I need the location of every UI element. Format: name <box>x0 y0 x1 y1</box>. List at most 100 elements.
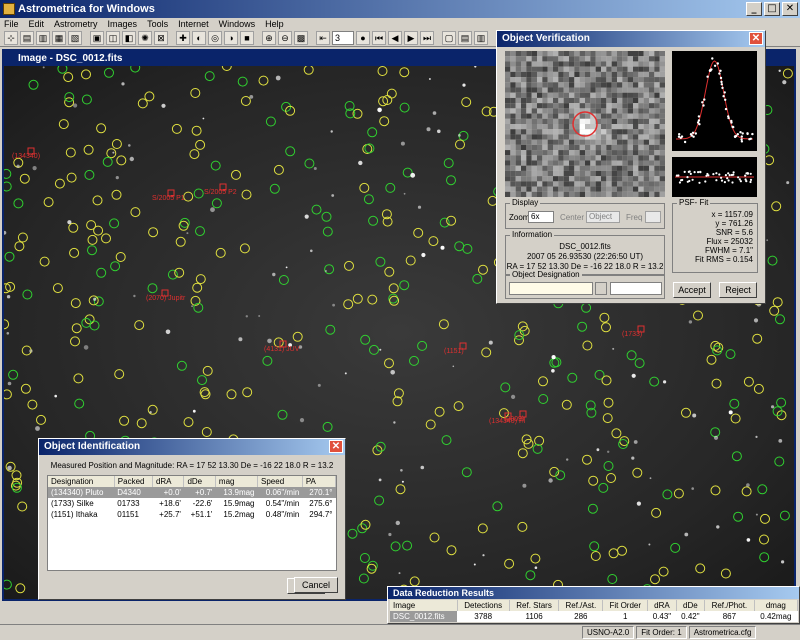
play-icon[interactable]: ▶ <box>404 30 418 45</box>
circle-icon[interactable]: ◎ <box>208 30 222 45</box>
zoom-pixel <box>537 82 543 88</box>
reduction-column-header[interactable]: dDe <box>676 600 706 611</box>
minimize-button[interactable]: _ <box>746 2 762 16</box>
import-icon[interactable]: ▧ <box>68 30 82 45</box>
reduction-column-header[interactable]: Detections <box>457 600 510 611</box>
zoom-pixel <box>510 77 516 83</box>
menu-edit[interactable]: Edit <box>29 19 45 29</box>
identification-column-header[interactable]: Designation <box>48 476 115 487</box>
star-marker <box>8 369 19 380</box>
freq-field[interactable] <box>645 211 661 223</box>
settings-icon[interactable]: ◫ <box>106 30 120 45</box>
first-frame-icon[interactable]: ⏮ <box>372 30 386 45</box>
reduction-column-header[interactable]: dRA <box>647 600 677 611</box>
track-icon[interactable]: ⊠ <box>154 30 168 45</box>
reduction-column-header[interactable]: Ref./Phot. <box>704 600 755 611</box>
reduction-column-header[interactable]: Ref./Ast. <box>558 600 604 611</box>
stop-icon[interactable]: ● <box>356 30 370 45</box>
identification-column-header[interactable]: mag <box>215 476 259 487</box>
designation-input[interactable] <box>509 282 593 295</box>
designation-dropdown-button[interactable] <box>595 282 607 295</box>
zoom-pixel <box>622 191 628 197</box>
zoom-pixel <box>622 124 628 130</box>
identification-column-header[interactable]: dDe <box>183 476 216 487</box>
accept-button[interactable]: Accept <box>673 282 711 298</box>
color-icon[interactable]: ◐ <box>192 30 206 45</box>
menu-images[interactable]: Images <box>108 19 138 29</box>
zoom-pixel <box>531 144 537 151</box>
data-reduction-icon[interactable]: ▣ <box>90 30 104 45</box>
zoom-pixel <box>521 124 527 130</box>
zoom-pixel <box>563 56 569 62</box>
identification-row[interactable]: (1733) Silke 01733 +18.6' -22.6' 15.9mag 0.54… <box>48 498 336 509</box>
identification-column-header[interactable]: Speed <box>257 476 303 487</box>
reduction-column-header[interactable]: Image <box>390 600 458 611</box>
zoom-pixel <box>553 82 559 88</box>
save-icon[interactable]: ▦ <box>52 30 66 45</box>
marker-icon[interactable]: ✚ <box>176 30 190 45</box>
blink-icon[interactable]: ◧ <box>122 30 136 45</box>
designation-extra-field[interactable] <box>610 282 662 295</box>
identification-row[interactable]: (1151) Ithaka 01151 +25.7' +51.1' 15.2mag 0.4… <box>48 509 336 520</box>
zoom-select[interactable]: 6x <box>528 211 554 223</box>
fill-icon[interactable]: ■ <box>240 30 254 45</box>
menu-tools[interactable]: Tools <box>147 19 168 29</box>
identification-row[interactable]: (134340) Pluto D4340 +0.0' +0.7' 13.9mag 0.06… <box>48 487 336 498</box>
zoom-pixel <box>531 186 537 192</box>
reduction-column-header[interactable]: Fit Order <box>602 600 649 611</box>
zoom-pixel <box>505 113 511 119</box>
menu-help[interactable]: Help <box>265 19 284 29</box>
menu-file[interactable]: File <box>4 19 19 29</box>
grid-icon[interactable]: ▩ <box>294 30 308 45</box>
zoom-pixel <box>526 87 532 93</box>
frame-back-icon[interactable]: ⇤ <box>316 30 330 45</box>
identification-close-icon[interactable]: ✕ <box>329 440 343 453</box>
frame-number-field[interactable]: 3 <box>332 30 354 45</box>
zoom-pixel <box>622 150 628 156</box>
last-frame-icon[interactable]: ⏭ <box>420 30 434 45</box>
zoom-pixel <box>574 170 580 177</box>
zoom-pixel <box>617 139 623 145</box>
identification-column-header[interactable]: PA <box>302 476 337 487</box>
reduction-row[interactable]: DSC_0012.fits 3788 1106 286 1 0.43" 0.42" 867 0.… <box>390 611 798 622</box>
residual-point <box>678 181 681 184</box>
identification-column-header[interactable]: dRA <box>152 476 185 487</box>
zoom-pixel <box>590 186 596 192</box>
zoom-pixel <box>531 71 537 78</box>
reduction-column-header[interactable]: Ref. Stars <box>509 600 560 611</box>
menu-windows[interactable]: Windows <box>219 19 256 29</box>
full-frame-icon[interactable]: ▢ <box>442 30 456 45</box>
prev-frame-icon[interactable]: ◀ <box>388 30 402 45</box>
tile-icon[interactable]: ▤ <box>458 30 472 45</box>
star-dot <box>258 315 261 317</box>
maximize-button[interactable]: □ <box>764 2 780 16</box>
reduction-column-header[interactable]: dmag <box>754 600 799 611</box>
close-button[interactable]: ✕ <box>782 2 798 16</box>
zoom-pixel <box>515 160 521 166</box>
reject-button[interactable]: Reject <box>719 282 757 298</box>
zoom-pixel <box>595 191 601 197</box>
identification-column-header[interactable]: Packed <box>114 476 153 487</box>
window-icon[interactable]: ▥ <box>474 30 488 45</box>
zoom-pixel <box>601 77 607 83</box>
star-dot <box>778 439 783 443</box>
zoom-pixel <box>633 134 639 140</box>
load-images-icon[interactable]: ▥ <box>36 30 50 45</box>
zoom-pixel <box>510 139 516 145</box>
center-select[interactable]: Object <box>586 211 620 223</box>
reticle-icon[interactable]: ⊹ <box>4 30 18 45</box>
verification-close-icon[interactable]: ✕ <box>749 32 763 45</box>
star-marker <box>439 217 450 228</box>
menu-astrometry[interactable]: Astrometry <box>54 19 98 29</box>
star-atlas-icon[interactable]: ✺ <box>138 30 152 45</box>
contrast-icon[interactable]: ◑ <box>224 30 238 45</box>
zoom-pixel <box>579 103 585 109</box>
zoom-out-icon[interactable]: ⊖ <box>278 30 292 45</box>
zoom-pixel <box>558 66 564 72</box>
cancel-button[interactable]: Cancel <box>294 577 338 593</box>
identification-list[interactable]: Designation Packed dRA dDe mag Speed PA (134340… <box>47 475 337 571</box>
zoom-pixel <box>643 150 649 156</box>
open-image-icon[interactable]: ▤ <box>20 30 34 45</box>
zoom-in-icon[interactable]: ⊕ <box>262 30 276 45</box>
menu-internet[interactable]: Internet <box>178 19 209 29</box>
